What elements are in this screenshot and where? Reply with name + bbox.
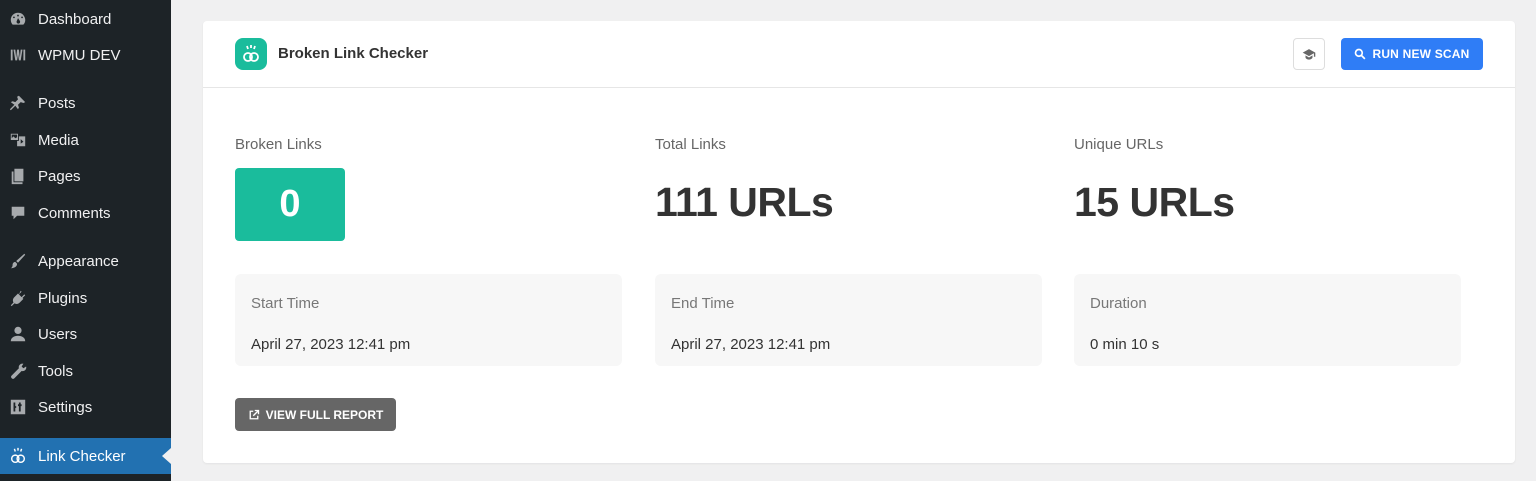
sidebar-item-users[interactable]: Users bbox=[0, 316, 171, 352]
dashboard-icon bbox=[8, 9, 28, 29]
sidebar-item-label: Tools bbox=[38, 362, 74, 380]
search-icon bbox=[1355, 48, 1366, 60]
link-checker-card: Broken Link Checker RUN NEW SCAN Broken … bbox=[203, 21, 1515, 463]
sidebar-item-posts[interactable]: Posts bbox=[0, 85, 171, 121]
plugin-icon bbox=[8, 288, 28, 308]
comment-icon bbox=[8, 203, 28, 223]
sidebar-item-label: Settings bbox=[38, 398, 93, 416]
sidebar-item-label: Comments bbox=[38, 204, 111, 222]
sidebar-item-label: Dashboard bbox=[38, 10, 112, 28]
end-time-value: April 27, 2023 12:41 pm bbox=[671, 336, 831, 353]
wrench-icon bbox=[8, 361, 28, 381]
duration-label: Duration bbox=[1090, 295, 1147, 312]
active-indicator bbox=[162, 448, 171, 464]
sidebar-item-link-checker[interactable]: Link Checker bbox=[0, 438, 171, 474]
run-new-scan-label: RUN NEW SCAN bbox=[1372, 47, 1470, 61]
link-checker-icon bbox=[8, 446, 28, 466]
view-full-report-label: VIEW FULL REPORT bbox=[265, 407, 384, 422]
duration-value: 0 min 10 s bbox=[1090, 336, 1160, 353]
start-time-label: Start Time bbox=[251, 295, 320, 312]
broken-links-count: 0 bbox=[235, 168, 345, 241]
sidebar-item-label: Media bbox=[38, 131, 79, 149]
user-icon bbox=[8, 324, 28, 344]
sidebar-item-dashboard[interactable]: Dashboard bbox=[0, 1, 171, 37]
sidebar-item-comments[interactable]: Comments bbox=[0, 195, 171, 231]
sidebar-item-appearance[interactable]: Appearance bbox=[0, 243, 171, 279]
sidebar-item-plugins[interactable]: Plugins bbox=[0, 280, 171, 316]
view-full-report-button[interactable]: VIEW FULL REPORT bbox=[235, 398, 396, 431]
brush-icon bbox=[8, 251, 28, 271]
total-links-value: 111 URLs bbox=[655, 179, 834, 225]
wpmudev-icon bbox=[8, 45, 28, 65]
card-header: Broken Link Checker RUN NEW SCAN bbox=[203, 21, 1515, 88]
pages-icon bbox=[8, 166, 28, 186]
settings-icon bbox=[8, 397, 28, 417]
graduation-cap-icon bbox=[1302, 49, 1316, 60]
sidebar-item-media[interactable]: Media bbox=[0, 122, 171, 158]
start-time-value: April 27, 2023 12:41 pm bbox=[251, 336, 411, 353]
sidebar-item-label: Posts bbox=[38, 94, 76, 112]
sidebar-item-pages[interactable]: Pages bbox=[0, 158, 171, 194]
sidebar-item-label: Pages bbox=[38, 167, 81, 185]
pin-icon bbox=[8, 93, 28, 113]
broken-link-checker-logo-icon bbox=[235, 38, 267, 70]
run-new-scan-button[interactable]: RUN NEW SCAN bbox=[1341, 38, 1483, 70]
external-link-icon bbox=[249, 409, 259, 419]
sidebar-item-tools[interactable]: Tools bbox=[0, 353, 171, 389]
unique-urls-value: 15 URLs bbox=[1074, 179, 1235, 225]
sidebar-item-label: WPMU DEV bbox=[38, 46, 121, 64]
admin-sidebar: Dashboard WPMU DEV Posts Media Pages Com… bbox=[0, 0, 171, 481]
broken-links-label: Broken Links bbox=[235, 136, 322, 153]
sidebar-item-label: Plugins bbox=[38, 289, 88, 307]
sidebar-item-wpmudev[interactable]: WPMU DEV bbox=[0, 37, 171, 73]
media-icon bbox=[8, 130, 28, 150]
sidebar-item-label: Link Checker bbox=[38, 447, 126, 465]
total-links-label: Total Links bbox=[655, 136, 726, 153]
duration-box: Duration 0 min 10 s bbox=[1074, 274, 1461, 366]
page-title: Broken Link Checker bbox=[278, 45, 429, 62]
sidebar-item-settings[interactable]: Settings bbox=[0, 389, 171, 425]
sidebar-item-label: Appearance bbox=[38, 252, 119, 270]
sidebar-item-label: Users bbox=[38, 325, 78, 343]
unique-urls-label: Unique URLs bbox=[1074, 136, 1164, 153]
start-time-box: Start Time April 27, 2023 12:41 pm bbox=[235, 274, 622, 366]
end-time-label: End Time bbox=[671, 295, 735, 312]
end-time-box: End Time April 27, 2023 12:41 pm bbox=[655, 274, 1042, 366]
documentation-button[interactable] bbox=[1293, 38, 1325, 70]
